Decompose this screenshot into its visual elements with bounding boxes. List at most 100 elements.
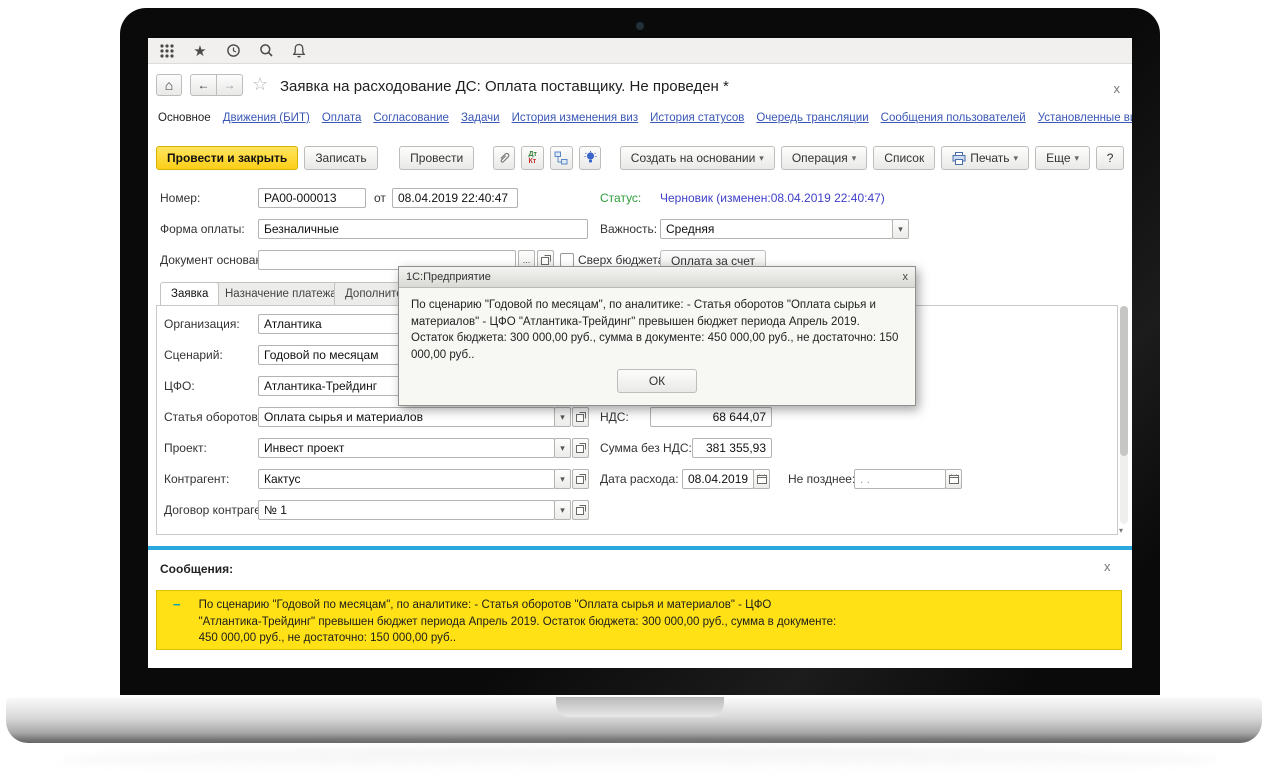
favorites-star-icon[interactable]: ★ <box>191 42 209 60</box>
messages-header: Сообщения: <box>160 562 233 576</box>
payment-form-input[interactable] <box>258 219 588 239</box>
more-button[interactable]: Еще▾ <box>1035 146 1090 170</box>
status-value-link[interactable]: Черновик (изменен:08.04.2019 22:40:47) <box>660 188 885 208</box>
history-clock-icon[interactable] <box>224 42 242 60</box>
contract-input[interactable] <box>258 500 555 520</box>
home-button[interactable]: ⌂ <box>156 74 182 96</box>
apps-grid-icon[interactable] <box>158 42 176 60</box>
nav-tab-osnovnoe[interactable]: Основное <box>158 112 211 124</box>
vertical-scrollbar-thumb[interactable] <box>1120 306 1128 456</box>
turnover-item-open-button[interactable] <box>572 407 589 427</box>
calendar-icon <box>757 474 767 484</box>
caret-down-icon: ▾ <box>560 505 565 516</box>
scrollbar-down-arrow[interactable]: ▾ <box>1119 526 1123 535</box>
help-button[interactable]: ? <box>1096 146 1124 170</box>
number-input[interactable] <box>258 188 366 208</box>
expense-date-label: Дата расхода: <box>600 469 679 489</box>
nav-tab-ustanovlennye-vizy[interactable]: Установленные визы <box>1038 112 1132 124</box>
structure-icon <box>554 151 568 165</box>
nav-tab-soglasovanie[interactable]: Согласование <box>373 112 449 124</box>
organization-label: Организация: <box>164 314 240 334</box>
nav-tab-ochered-translyacii[interactable]: Очередь трансляции <box>756 112 868 124</box>
window-close-button[interactable]: x <box>1114 82 1121 95</box>
caret-down-icon: ▾ <box>560 443 565 454</box>
importance-dropdown-button[interactable]: ▾ <box>892 219 909 239</box>
tab-naznachenie-platezha[interactable]: Назначение платежа <box>214 282 348 305</box>
message-banner-text: По сценарию "Годовой по месяцам", по ана… <box>199 597 837 647</box>
lamp-icon <box>584 151 597 165</box>
dt-kt-postings-button[interactable]: ДтКт <box>521 146 544 170</box>
attachments-button[interactable] <box>493 146 516 170</box>
turnover-item-label: Статья оборотов: <box>164 407 261 427</box>
open-in-window-icon <box>576 474 586 484</box>
list-button[interactable]: Список <box>873 146 935 170</box>
caret-down-icon: ▾ <box>898 224 903 235</box>
contract-dropdown-button[interactable]: ▾ <box>554 500 571 520</box>
post-and-close-button[interactable]: Провести и закрыть <box>156 146 298 170</box>
document-datetime-input[interactable] <box>392 188 518 208</box>
payment-form-label: Форма оплаты: <box>160 219 245 239</box>
calendar-icon <box>949 474 959 484</box>
contractor-input[interactable] <box>258 469 555 489</box>
favorite-star-outline-icon[interactable]: ☆ <box>252 74 268 95</box>
nav-tab-dvizheniya-bit[interactable]: Движения (БИТ) <box>223 112 310 124</box>
dialog-ok-button[interactable]: ОК <box>617 369 697 393</box>
printer-icon <box>952 152 966 165</box>
contract-open-button[interactable] <box>572 500 589 520</box>
caret-down-icon: ▾ <box>852 153 857 164</box>
message-banner: − По сценарию "Годовой по месяцам", по а… <box>156 590 1122 650</box>
back-button[interactable]: ← <box>190 74 217 96</box>
contractor-open-button[interactable] <box>572 469 589 489</box>
project-label: Проект: <box>164 438 207 458</box>
scenario-label: Сценарий: <box>164 345 223 365</box>
project-input[interactable] <box>258 438 555 458</box>
laptop-reflection <box>60 747 1220 773</box>
not-later-input[interactable] <box>854 469 946 489</box>
contractor-dropdown-button[interactable]: ▾ <box>554 469 571 489</box>
laptop-camera <box>636 22 644 30</box>
hint-lamp-button[interactable] <box>579 146 602 170</box>
dialog-titlebar: 1С:Предприятие x <box>399 267 915 288</box>
document-structure-button[interactable] <box>550 146 573 170</box>
dialog-close-button[interactable]: x <box>903 271 909 283</box>
nav-tab-zadachi[interactable]: Задачи <box>461 112 500 124</box>
budget-warning-dialog: 1С:Предприятие x По сценарию "Годовой по… <box>398 266 916 406</box>
tab-zayavka[interactable]: Заявка <box>160 282 219 305</box>
collapse-minus-icon[interactable]: − <box>173 597 181 612</box>
nav-tab-soobshcheniya-polzovatelei[interactable]: Сообщения пользователей <box>881 112 1026 124</box>
operation-button[interactable]: Операция▾ <box>781 146 867 170</box>
turnover-item-dropdown-button[interactable]: ▾ <box>554 407 571 427</box>
importance-label: Важность: <box>600 219 657 239</box>
caret-down-icon: ▾ <box>759 153 764 164</box>
nav-tab-oplata[interactable]: Оплата <box>322 112 362 124</box>
importance-select[interactable] <box>660 219 893 239</box>
vat-input[interactable] <box>650 407 772 427</box>
dialog-message: По сценарию "Годовой по месяцам", по ана… <box>399 288 915 364</box>
from-label: от <box>374 188 386 208</box>
print-button[interactable]: Печать▾ <box>941 146 1029 170</box>
turnover-item-input[interactable] <box>258 407 555 427</box>
sum-without-vat-input[interactable] <box>692 438 772 458</box>
nav-tab-istoriya-statusov[interactable]: История статусов <box>650 112 744 124</box>
expense-date-input[interactable] <box>682 469 754 489</box>
save-button[interactable]: Записать <box>304 146 377 170</box>
open-in-window-icon <box>541 255 551 265</box>
home-icon: ⌂ <box>165 77 173 93</box>
messages-close-button[interactable]: x <box>1104 560 1111 573</box>
not-later-calendar-button[interactable] <box>945 469 962 489</box>
expense-date-calendar-button[interactable] <box>753 469 770 489</box>
notifications-bell-icon[interactable] <box>290 42 308 60</box>
screen: ★ ⌂ ← → ☆ Заявка на расходование ДС: Опл… <box>148 38 1132 668</box>
project-open-button[interactable] <box>572 438 589 458</box>
forward-button[interactable]: → <box>216 74 243 96</box>
project-dropdown-button[interactable]: ▾ <box>554 438 571 458</box>
search-icon[interactable] <box>257 42 275 60</box>
post-button[interactable]: Провести <box>399 146 474 170</box>
nav-tabs: Основное Движения (БИТ) Оплата Согласова… <box>158 112 1124 124</box>
caret-down-icon: ▾ <box>560 412 565 423</box>
messages-divider <box>148 546 1132 550</box>
over-budget-checkbox[interactable] <box>560 253 574 267</box>
laptop-lid-notch <box>556 697 724 717</box>
nav-tab-istoriya-viz[interactable]: История изменения виз <box>512 112 639 124</box>
create-based-on-button[interactable]: Создать на основании▾ <box>620 146 775 170</box>
